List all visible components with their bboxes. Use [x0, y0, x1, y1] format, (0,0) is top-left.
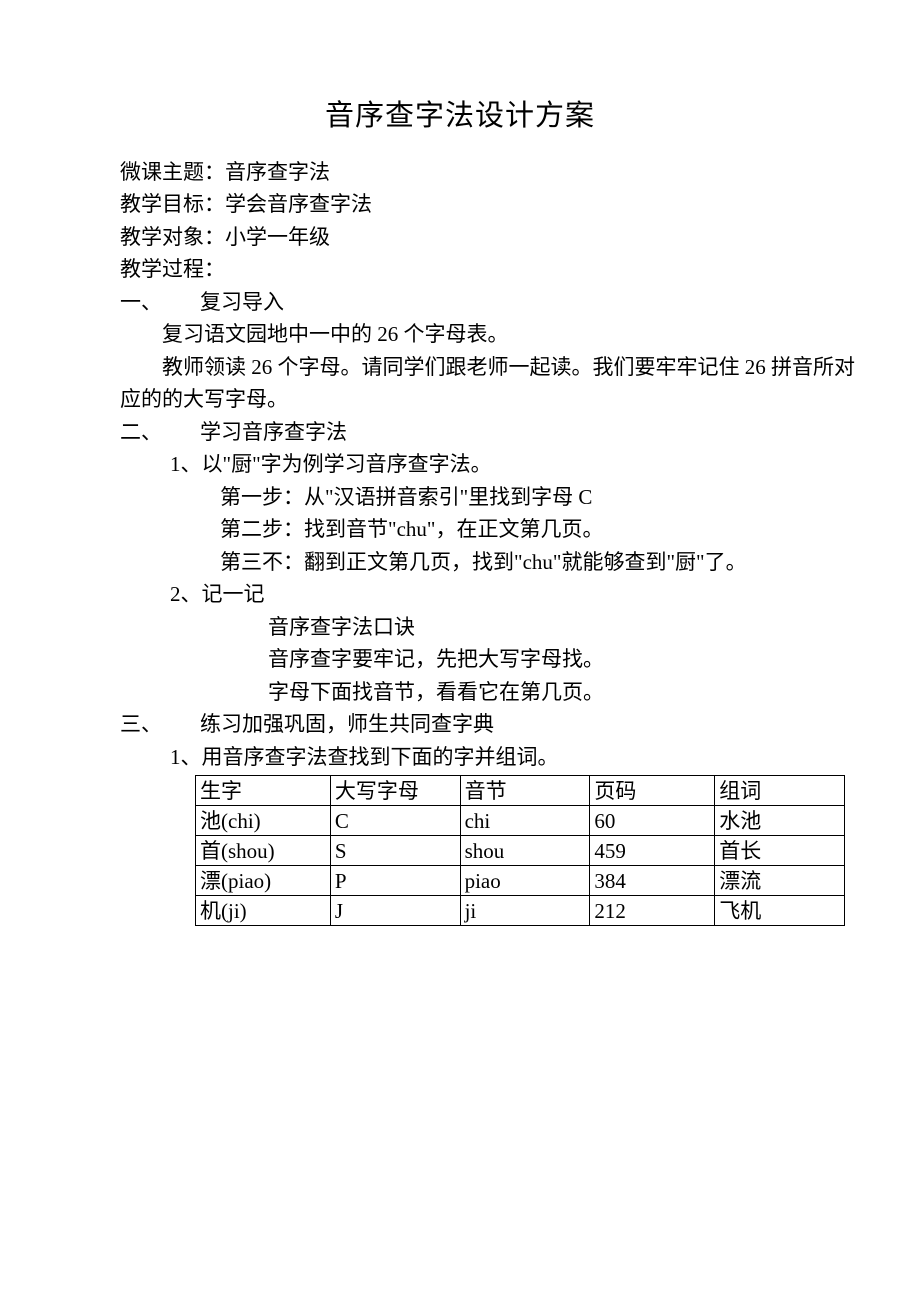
table-cell: 60 [590, 806, 715, 836]
table-cell: 384 [590, 866, 715, 896]
table-cell: C [330, 806, 460, 836]
table-cell: 首(shou) [196, 836, 331, 866]
section-3-item-1: 1、用音序查字法查找到下面的字并组词。 [120, 742, 800, 774]
table-row: 池(chi) C chi 60 水池 [196, 806, 845, 836]
meta-goal-label: 教学目标： [120, 192, 225, 216]
table-cell: 首长 [715, 836, 845, 866]
section-2-num: 二、 [120, 417, 200, 449]
table-header-cell: 生字 [196, 776, 331, 806]
meta-target-value: 小学一年级 [225, 225, 330, 249]
meta-topic-label: 微课主题： [120, 160, 225, 184]
table-cell: S [330, 836, 460, 866]
section-1-header: 一、复习导入 [120, 287, 800, 319]
section-2-item-2-line-2: 音序查字要牢记，先把大写字母找。 [120, 644, 800, 676]
section-3-header: 三、练习加强巩固，师生共同查字典 [120, 709, 800, 741]
section-1-num: 一、 [120, 287, 200, 319]
section-2-item-1: 1、以"厨"字为例学习音序查字法。 [120, 449, 800, 481]
section-1-line-3: 应的的大写字母。 [120, 384, 800, 416]
section-2-step-1: 第一步：从"汉语拼音索引"里找到字母 C [120, 482, 800, 514]
meta-topic: 微课主题：音序查字法 [120, 157, 800, 189]
table-header-row: 生字 大写字母 音节 页码 组词 [196, 776, 845, 806]
table-cell: 水池 [715, 806, 845, 836]
table-header-cell: 组词 [715, 776, 845, 806]
table-row: 首(shou) S shou 459 首长 [196, 836, 845, 866]
section-2-header: 二、学习音序查字法 [120, 417, 800, 449]
section-2-title: 学习音序查字法 [200, 420, 347, 444]
practice-table: 生字 大写字母 音节 页码 组词 池(chi) C chi 60 水池 首(sh… [195, 775, 845, 926]
section-2-item-2-line-3: 字母下面找音节，看看它在第几页。 [120, 677, 800, 709]
table-cell: 机(ji) [196, 896, 331, 926]
section-2-item-2-line-1: 音序查字法口诀 [120, 612, 800, 644]
table-cell: 漂(piao) [196, 866, 331, 896]
section-2-item-1-num: 1、 [170, 452, 202, 476]
meta-topic-value: 音序查字法 [225, 160, 330, 184]
meta-goal: 教学目标：学会音序查字法 [120, 189, 800, 221]
table-cell: 459 [590, 836, 715, 866]
table-cell: shou [460, 836, 590, 866]
table-cell: chi [460, 806, 590, 836]
table-row: 漂(piao) P piao 384 漂流 [196, 866, 845, 896]
table-header-cell: 页码 [590, 776, 715, 806]
section-1-line-2: 教师领读 26 个字母。请同学们跟老师一起读。我们要牢牢记住 26 拼音所对 [120, 352, 800, 384]
meta-process: 教学过程： [120, 254, 800, 286]
table-cell: 212 [590, 896, 715, 926]
meta-goal-value: 学会音序查字法 [225, 192, 372, 216]
section-2-step-2: 第二步：找到音节"chu"，在正文第几页。 [120, 514, 800, 546]
section-3-title: 练习加强巩固，师生共同查字典 [200, 712, 494, 736]
table-cell: piao [460, 866, 590, 896]
section-2-item-2-title: 记一记 [202, 582, 265, 606]
table-cell: P [330, 866, 460, 896]
section-1-title: 复习导入 [200, 290, 284, 314]
meta-target-label: 教学对象： [120, 225, 225, 249]
table-cell: J [330, 896, 460, 926]
meta-target: 教学对象：小学一年级 [120, 222, 800, 254]
section-2-item-2-num: 2、 [170, 582, 202, 606]
section-2-step-3: 第三不：翻到正文第几页，找到"chu"就能够查到"厨"了。 [120, 547, 800, 579]
section-2-item-1-title: 以"厨"字为例学习音序查字法。 [202, 452, 492, 476]
table-cell: 飞机 [715, 896, 845, 926]
document-title: 音序查字法设计方案 [120, 95, 800, 139]
table-header-cell: 音节 [460, 776, 590, 806]
table-cell: ji [460, 896, 590, 926]
table-cell: 池(chi) [196, 806, 331, 836]
table-cell: 漂流 [715, 866, 845, 896]
section-1-line-1: 复习语文园地中一中的 26 个字母表。 [120, 319, 800, 351]
table-header-cell: 大写字母 [330, 776, 460, 806]
section-3-num: 三、 [120, 709, 200, 741]
table-row: 机(ji) J ji 212 飞机 [196, 896, 845, 926]
section-2-item-2: 2、记一记 [120, 579, 800, 611]
